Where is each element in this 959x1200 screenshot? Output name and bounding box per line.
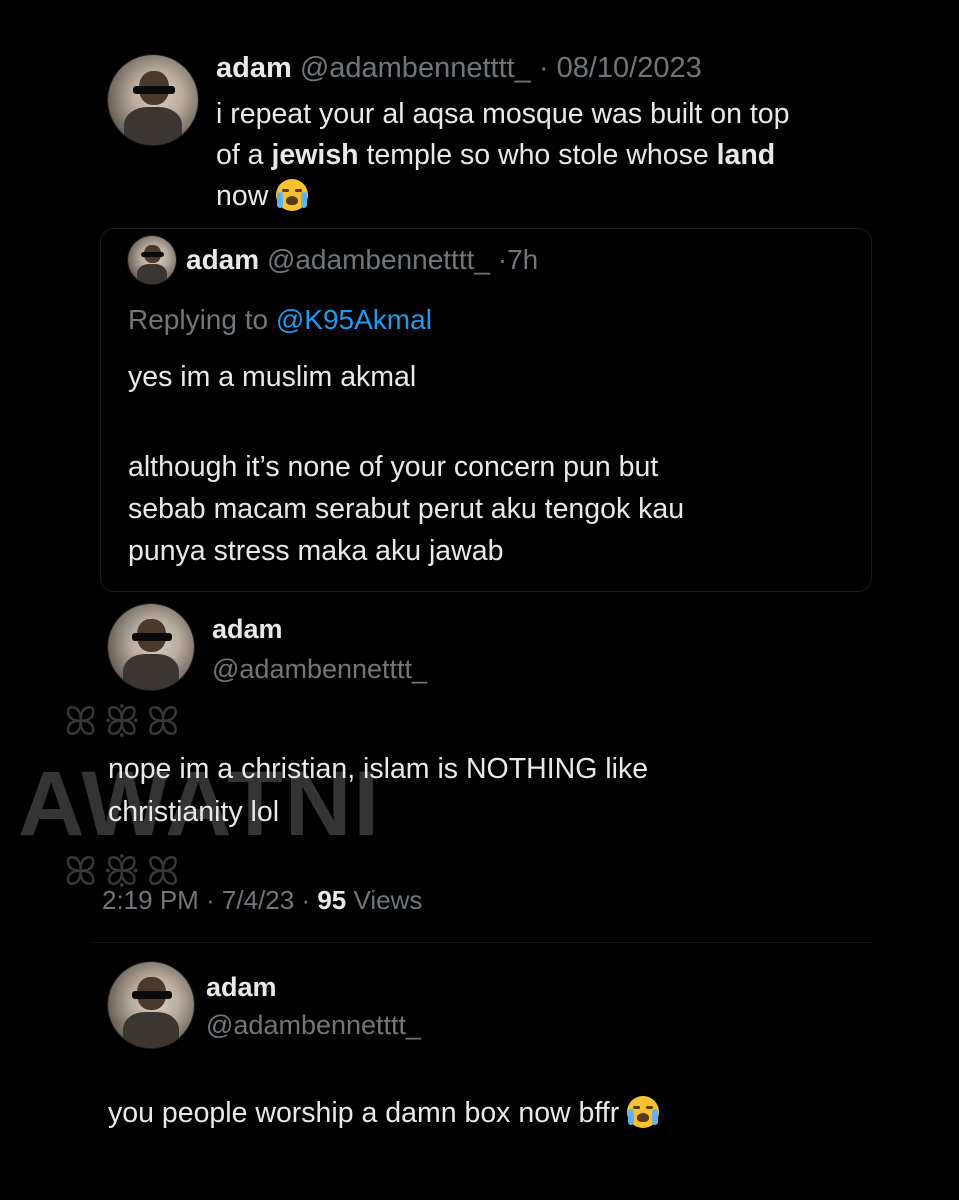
post-text-line: nope im a christian, islam is NOTHING li…: [108, 753, 649, 785]
text-span: temple so who stole whose: [358, 139, 717, 171]
text-span: of a: [216, 139, 272, 171]
quoted-text-line: sebab macam serabut perut aku tengok kau: [128, 493, 685, 525]
text-span: now: [216, 180, 269, 212]
post-date[interactable]: 08/10/2023: [557, 52, 702, 84]
loudly-crying-face-icon: [627, 1096, 660, 1128]
screenshot-collage: adam @adambennetttt_ · 08/10/2023 i repe…: [0, 0, 959, 1200]
avatar[interactable]: [108, 962, 194, 1048]
handle[interactable]: @adambennetttt_: [267, 244, 490, 275]
post-1-header: adam @adambennetttt_ · 08/10/2023: [216, 52, 702, 85]
post-time[interactable]: 7h: [507, 244, 538, 275]
display-name[interactable]: adam: [186, 244, 259, 275]
bold-text: jewish: [271, 139, 359, 171]
quoted-text-line: yes im a muslim akmal: [128, 361, 417, 393]
post-2-text: nope im a christian, islam is NOTHING li…: [108, 748, 648, 834]
post-timestamp[interactable]: 2:19 PM · 7/4/23 ·: [102, 885, 317, 915]
quoted-text-paragraph: although it’s none of your concern pun b…: [128, 446, 684, 572]
replying-to-label: Replying to: [128, 304, 269, 335]
avatar[interactable]: [128, 236, 176, 284]
separator: ·: [538, 52, 549, 84]
post-text-line: you people worship a damn box now bffr: [108, 1097, 620, 1129]
loudly-crying-face-icon: [276, 179, 309, 211]
post-text-line: of a jewish temple so who stole whose la…: [216, 135, 790, 176]
post-text-line: now: [216, 176, 790, 217]
display-name[interactable]: adam: [212, 614, 283, 645]
separator: ·: [497, 244, 508, 275]
avatar[interactable]: [108, 55, 198, 145]
post-3-text: you people worship a damn box now bffr: [108, 1096, 660, 1130]
bold-text: land: [716, 139, 776, 171]
avatar[interactable]: [108, 604, 194, 690]
post-text-line: christianity lol: [108, 796, 280, 828]
display-name[interactable]: adam: [206, 972, 277, 1003]
views-label: Views: [346, 885, 423, 915]
views-count: 95: [317, 885, 347, 915]
quoted-header: adam @adambennetttt_ ·7h: [186, 244, 538, 276]
post-text-line: i repeat your al aqsa mosque was built o…: [216, 98, 790, 130]
post-1-text: i repeat your al aqsa mosque was built o…: [216, 94, 790, 217]
handle[interactable]: @adambennetttt_: [206, 1010, 421, 1041]
handle[interactable]: @adambennetttt_: [212, 654, 427, 685]
quoted-text-line: punya stress maka aku jawab: [128, 535, 504, 567]
mention-link[interactable]: @K95Akmal: [276, 304, 432, 335]
display-name[interactable]: adam: [216, 52, 292, 84]
watermark-ornament-top: ꕤꕥꕤ: [64, 700, 186, 744]
replying-to: Replying to @K95Akmal: [128, 304, 432, 336]
handle[interactable]: @adambennetttt_: [300, 52, 531, 84]
post-meta: 2:19 PM · 7/4/23 · 95 Views: [102, 885, 422, 916]
quoted-text-line: although it’s none of your concern pun b…: [128, 451, 659, 483]
